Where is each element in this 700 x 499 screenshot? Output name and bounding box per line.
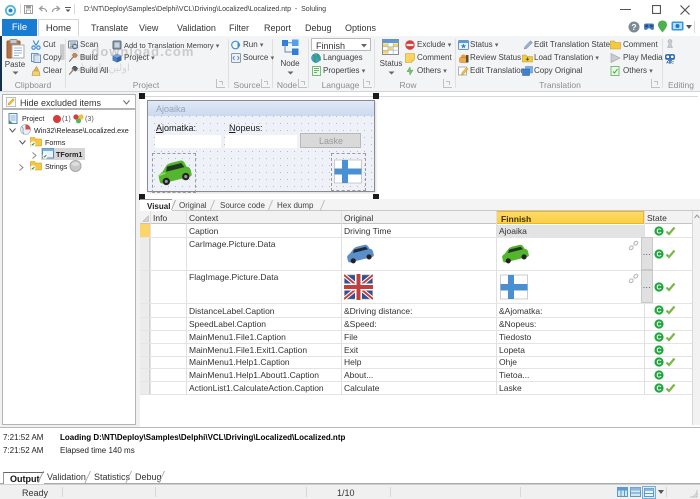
svg-text:ABC: ABC xyxy=(666,61,674,65)
svg-text:?: ? xyxy=(631,22,636,32)
svg-text:C: C xyxy=(656,360,661,367)
svg-text:C: C xyxy=(656,251,661,258)
svg-text:C: C xyxy=(656,385,661,392)
svg-text:C: C xyxy=(656,321,661,328)
svg-text:C: C xyxy=(656,308,661,315)
svg-text:C: C xyxy=(656,228,661,235)
svg-text:C: C xyxy=(656,347,661,354)
svg-text:C: C xyxy=(656,334,661,341)
svg-text:C: C xyxy=(656,372,661,379)
svg-text:C: C xyxy=(656,284,661,291)
